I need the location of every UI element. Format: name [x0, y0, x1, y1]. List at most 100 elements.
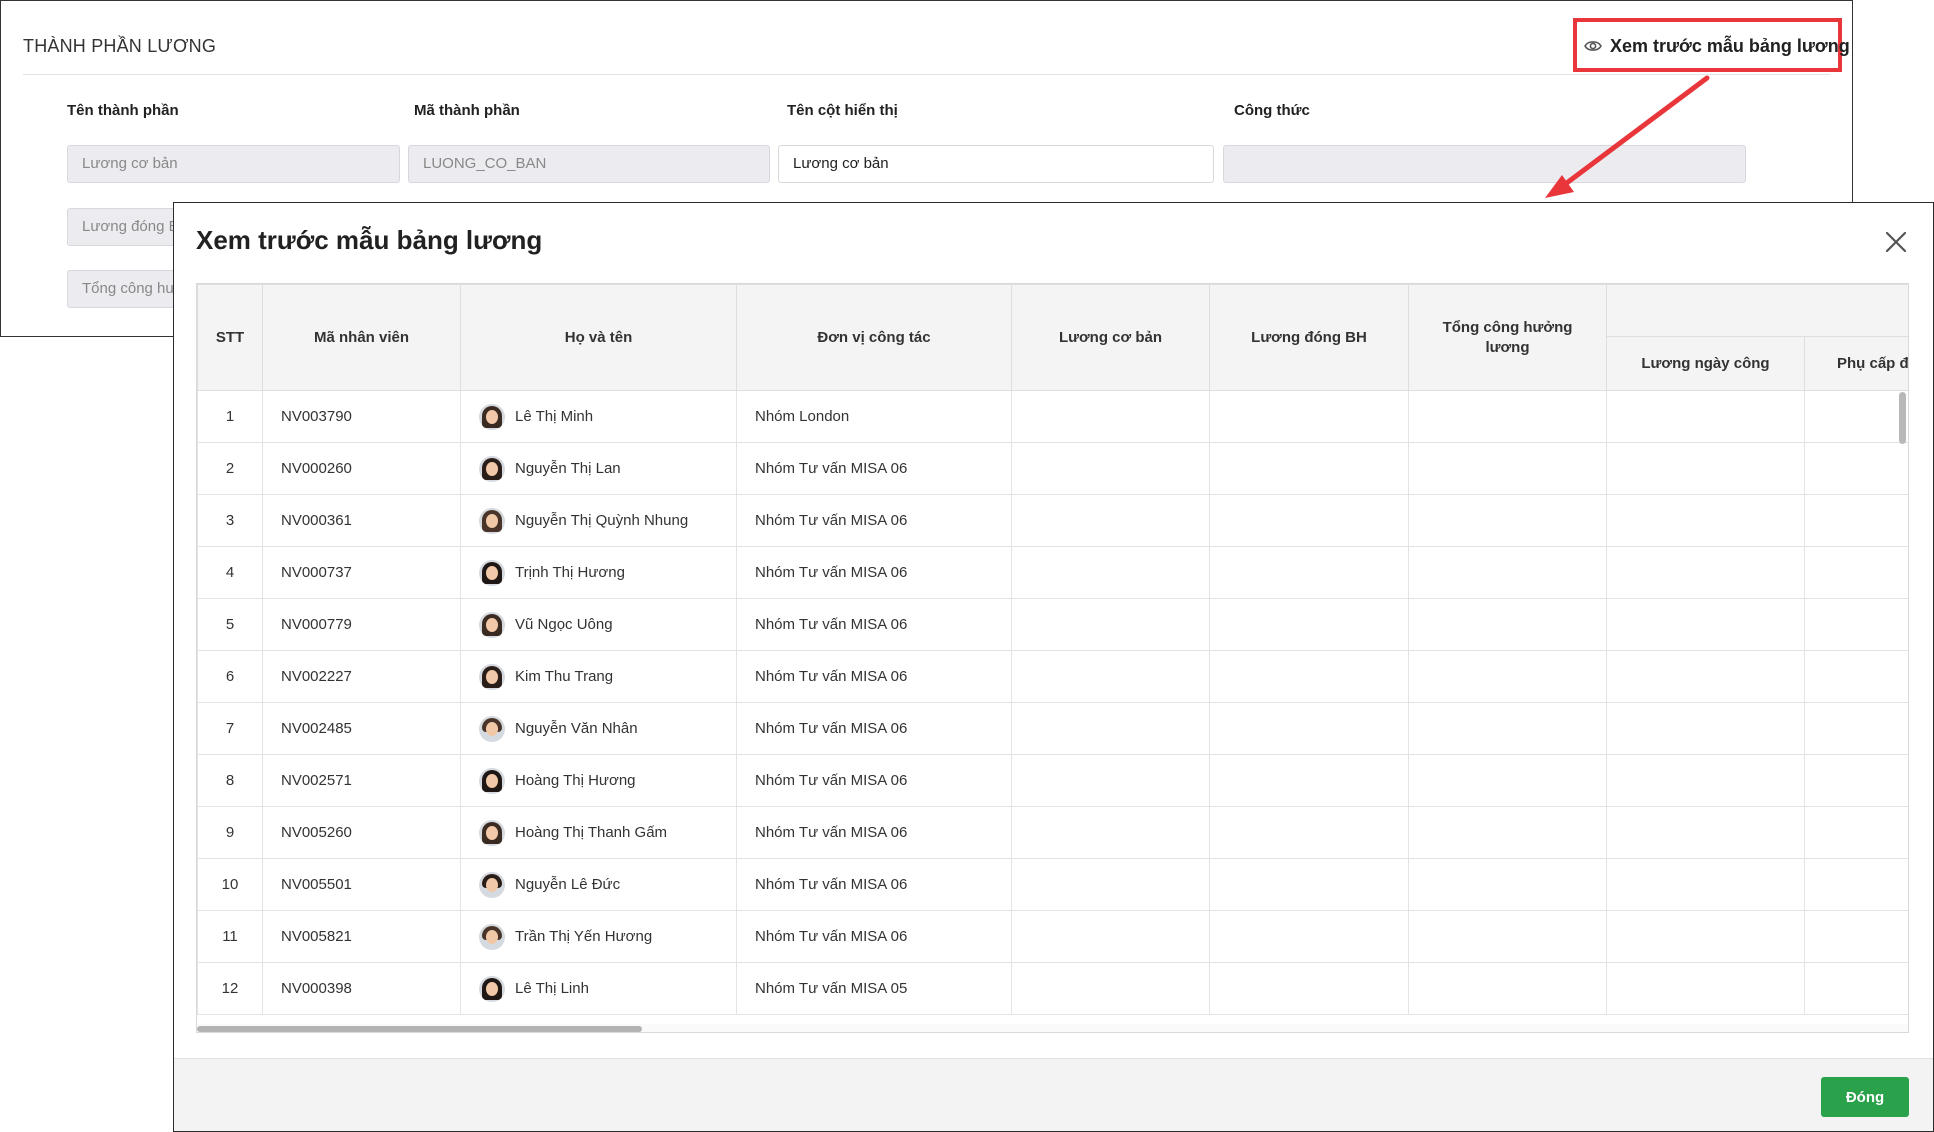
cell-employee-code: NV000779	[262, 598, 461, 651]
cell-insurance-salary	[1209, 858, 1409, 911]
employee-name: Hoàng Thị Thanh Gấm	[515, 824, 668, 841]
employee-name: Trần Thị Yến Hương	[515, 928, 653, 945]
table-row[interactable]: 8 NV002571 Hoàng Thị Hương Nhóm Tư vấn MISA…	[197, 754, 1908, 807]
cell-insurance-salary	[1209, 650, 1409, 703]
table-row[interactable]: 12 NV000398 Lê Thị Linh Nhóm Tư vấn MISA 05	[197, 962, 1908, 1015]
table-row[interactable]: 2 NV000260 Nguyễn Thị Lan Nhóm Tư vấn MISA …	[197, 442, 1908, 495]
component-name-field[interactable]: Lương cơ bản	[67, 145, 400, 183]
col-label-component-code: Mã thành phần	[414, 102, 520, 119]
header-stt: STT	[197, 284, 263, 391]
cell-full-name: Nguyễn Lê Đức	[460, 858, 737, 911]
table-row[interactable]: 4 NV000737 Trịnh Thị Hương Nhóm Tư vấn MISA…	[197, 546, 1908, 599]
cell-unit: Nhóm Tư vấn MISA 06	[736, 650, 1012, 703]
cell-total-paid-days	[1408, 702, 1607, 755]
employee-name: Hoàng Thị Hương	[515, 772, 636, 789]
header-basic-salary: Lương cơ bản	[1011, 284, 1210, 391]
cell-daily-wage	[1606, 390, 1805, 443]
cell-basic-salary	[1011, 702, 1210, 755]
salary-preview-table[interactable]: STT Mã nhân viên Họ và tên Đơn vị công t…	[196, 283, 1909, 1033]
cell-full-name: Kim Thu Trang	[460, 650, 737, 703]
cell-stt: 9	[197, 806, 263, 859]
close-button[interactable]: Đóng	[1821, 1077, 1909, 1117]
cell-full-name: Nguyễn Thị Lan	[460, 442, 737, 495]
cell-allowance	[1804, 442, 1908, 495]
cell-full-name: Nguyễn Văn Nhân	[460, 702, 737, 755]
cell-full-name: Trần Thị Yến Hương	[460, 910, 737, 963]
cell-employee-code: NV000361	[262, 494, 461, 547]
formula-field[interactable]	[1223, 145, 1746, 183]
cell-total-paid-days	[1408, 910, 1607, 963]
avatar	[479, 767, 505, 794]
header-total-paid-days: Tổng công hưởng lương	[1408, 284, 1607, 391]
avatar	[479, 871, 505, 898]
table-row[interactable]: 7 NV002485 Nguyễn Văn Nhân Nhóm Tư vấn MISA…	[197, 702, 1908, 755]
cell-insurance-salary	[1209, 442, 1409, 495]
cell-unit: Nhóm London	[736, 390, 1012, 443]
cell-total-paid-days	[1408, 858, 1607, 911]
cell-insurance-salary	[1209, 806, 1409, 859]
cell-insurance-salary	[1209, 598, 1409, 651]
cell-stt: 8	[197, 754, 263, 807]
cell-full-name: Hoàng Thị Thanh Gấm	[460, 806, 737, 859]
table-body: 1 NV003790 Lê Thị Minh Nhóm London 2 NV000260…	[197, 390, 1908, 1015]
cell-employee-code: NV003790	[262, 390, 461, 443]
cell-total-paid-days	[1408, 546, 1607, 599]
table-row[interactable]: 5 NV000779 Vũ Ngọc Uông Nhóm Tư vấn MISA 06	[197, 598, 1908, 651]
cell-basic-salary	[1011, 598, 1210, 651]
cell-stt: 6	[197, 650, 263, 703]
cell-allowance	[1804, 962, 1908, 1015]
cell-allowance	[1804, 858, 1908, 911]
header-allowance: Phụ cấp đi lại	[1804, 336, 1908, 391]
cell-employee-code: NV000398	[262, 962, 461, 1015]
horizontal-scrollbar[interactable]	[197, 1026, 642, 1032]
cell-insurance-salary	[1209, 546, 1409, 599]
display-name-field[interactable]: Lương cơ bản	[778, 145, 1214, 183]
cell-basic-salary	[1011, 962, 1210, 1015]
preview-salary-template-link[interactable]: Xem trước mẫu bảng lương	[1584, 31, 1850, 61]
avatar	[479, 507, 505, 534]
cell-stt: 4	[197, 546, 263, 599]
cell-full-name: Lê Thị Minh	[460, 390, 737, 443]
cell-unit: Nhóm Tư vấn MISA 06	[736, 598, 1012, 651]
col-label-component-name: Tên thành phần	[67, 102, 179, 119]
cell-stt: 2	[197, 442, 263, 495]
cell-daily-wage	[1606, 598, 1805, 651]
cell-basic-salary	[1011, 442, 1210, 495]
cell-unit: Nhóm Tư vấn MISA 06	[736, 494, 1012, 547]
panel-title: THÀNH PHẦN LƯƠNG	[23, 36, 217, 56]
table-row[interactable]: 9 NV005260 Hoàng Thị Thanh Gấm Nhóm Tư vấn …	[197, 806, 1908, 859]
cell-total-paid-days	[1408, 806, 1607, 859]
close-icon[interactable]	[1883, 229, 1909, 255]
employee-name: Nguyễn Lê Đức	[515, 876, 621, 893]
cell-employee-code: NV002571	[262, 754, 461, 807]
cell-insurance-salary	[1209, 494, 1409, 547]
table-row[interactable]: 1 NV003790 Lê Thị Minh Nhóm London	[197, 390, 1908, 443]
vertical-scrollbar[interactable]	[1899, 392, 1906, 444]
cell-total-paid-days	[1408, 390, 1607, 443]
employee-name: Vũ Ngọc Uông	[515, 616, 613, 633]
cell-employee-code: NV005821	[262, 910, 461, 963]
table-row[interactable]: 6 NV002227 Kim Thu Trang Nhóm Tư vấn MISA 0…	[197, 650, 1908, 703]
cell-stt: 3	[197, 494, 263, 547]
cell-stt: 7	[197, 702, 263, 755]
cell-stt: 12	[197, 962, 263, 1015]
cell-employee-code: NV000260	[262, 442, 461, 495]
cell-unit: Nhóm Tư vấn MISA 06	[736, 806, 1012, 859]
table-row[interactable]: 10 NV005501 Nguyễn Lê Đức Nhóm Tư vấn MISA …	[197, 858, 1908, 911]
header-daily-wage: Lương ngày công	[1606, 336, 1805, 391]
preview-link-label: Xem trước mẫu bảng lương	[1610, 35, 1850, 56]
cell-unit: Nhóm Tư vấn MISA 06	[736, 754, 1012, 807]
cell-basic-salary	[1011, 650, 1210, 703]
cell-insurance-salary	[1209, 962, 1409, 1015]
component-code-field[interactable]: LUONG_CO_BAN	[408, 145, 770, 183]
cell-basic-salary	[1011, 494, 1210, 547]
col-label-formula: Công thức	[1234, 102, 1310, 119]
cell-allowance	[1804, 390, 1908, 443]
cell-daily-wage	[1606, 910, 1805, 963]
table-row[interactable]: 3 NV000361 Nguyễn Thị Quỳnh Nhung Nhóm Tư v…	[197, 494, 1908, 547]
cell-employee-code: NV002485	[262, 702, 461, 755]
avatar	[479, 559, 505, 586]
cell-total-paid-days	[1408, 598, 1607, 651]
cell-unit: Nhóm Tư vấn MISA 05	[736, 962, 1012, 1015]
table-row[interactable]: 11 NV005821 Trần Thị Yến Hương Nhóm Tư vấn …	[197, 910, 1908, 963]
